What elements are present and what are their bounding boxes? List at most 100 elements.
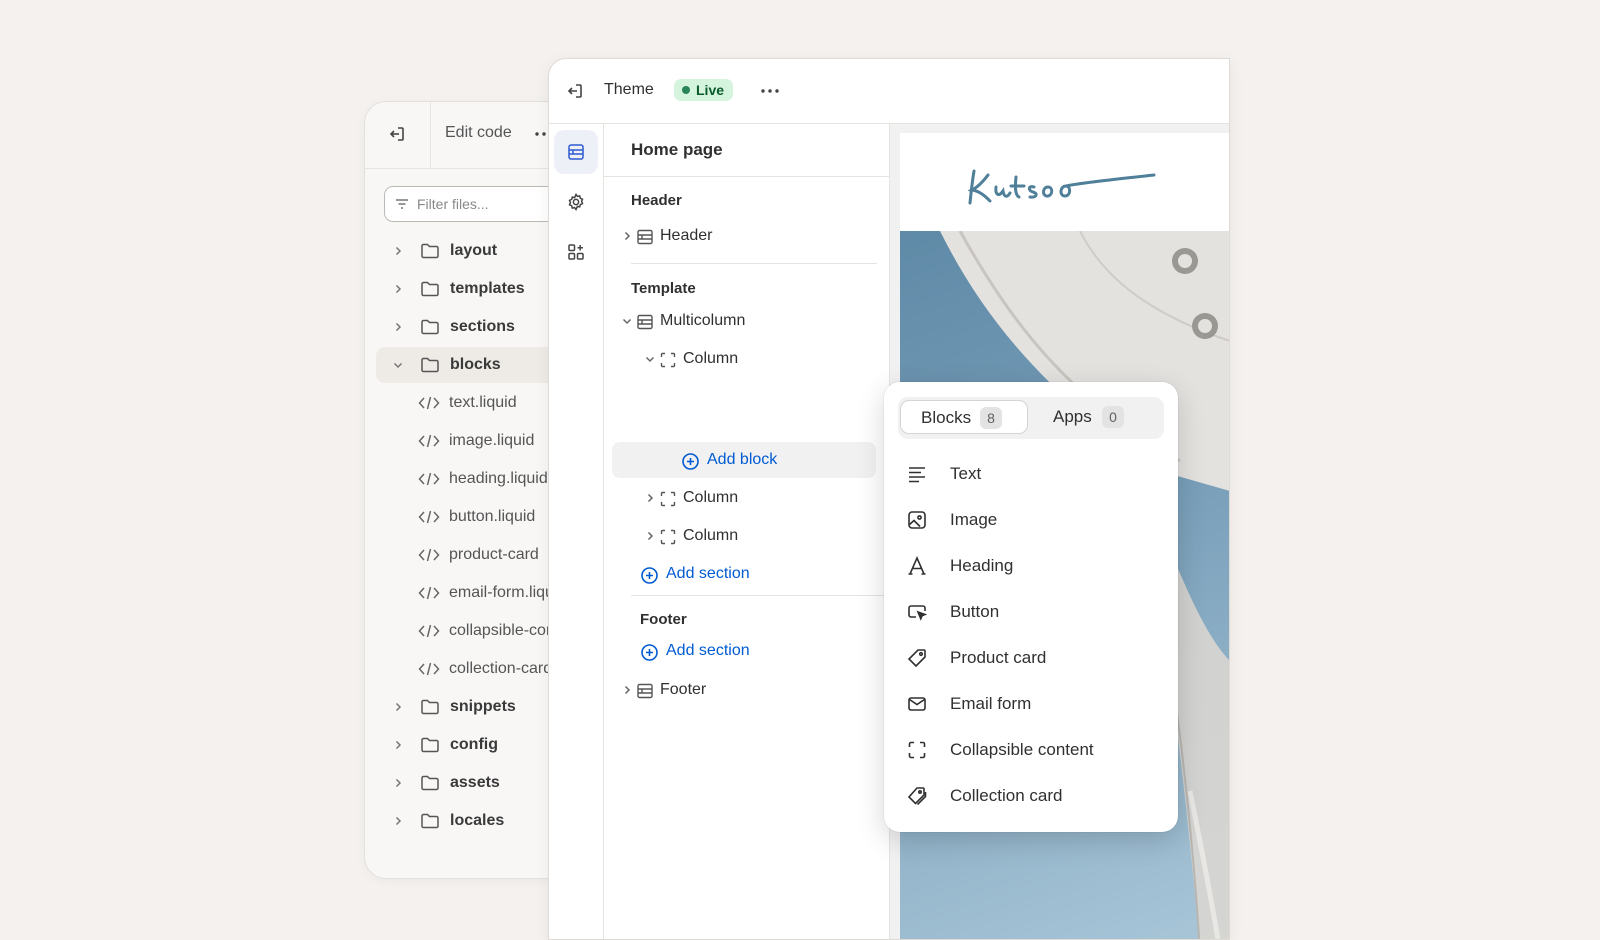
tab-apps[interactable]: Apps 0	[1036, 400, 1162, 434]
folder-icon	[421, 775, 439, 791]
code-file-icon	[418, 586, 440, 600]
button-cursor-icon	[908, 605, 927, 621]
chevron-right-icon[interactable]	[621, 684, 633, 696]
header-group-label: Header	[631, 192, 682, 209]
tag-icon	[907, 649, 926, 668]
popover-tabs: Blocks 8 Apps 0	[898, 397, 1164, 439]
email-icon	[908, 697, 926, 711]
code-file-icon	[418, 548, 440, 562]
chevron-right-icon[interactable]	[644, 492, 656, 504]
add-section-label: Add section	[666, 565, 750, 582]
status-badge-label: Live	[696, 82, 725, 98]
tab-label: Apps	[1053, 407, 1092, 426]
sections-icon	[568, 144, 584, 160]
file-label: image.liquid	[449, 432, 535, 449]
section-label: Multicolumn	[660, 312, 746, 329]
chevron-down-icon[interactable]	[644, 353, 656, 365]
template-group-label: Template	[631, 280, 696, 297]
apps-nav-button[interactable]	[554, 230, 598, 274]
block-option-product-card[interactable]: Product card	[907, 646, 1157, 670]
block-option-email-form[interactable]: Email form	[907, 692, 1157, 716]
folder-label: sections	[450, 318, 515, 335]
plus-circle-icon	[641, 644, 658, 661]
folder-icon	[421, 319, 439, 335]
section-label: Footer	[660, 681, 707, 698]
block-option-label: Heading	[950, 556, 1014, 575]
exit-icon[interactable]	[387, 124, 409, 146]
chevron-right-icon	[395, 284, 402, 294]
section-icon	[637, 683, 653, 699]
block-option-heading[interactable]: Heading	[907, 554, 1157, 578]
block-option-text[interactable]: Text	[907, 462, 1157, 486]
chevron-down-icon[interactable]	[621, 315, 633, 327]
file-label: text.liquid	[449, 394, 517, 411]
block-option-button[interactable]: Button	[907, 600, 1157, 624]
chevron-right-icon	[395, 740, 402, 750]
section-label: Header	[660, 227, 713, 244]
code-file-icon	[418, 472, 440, 486]
exit-icon[interactable]	[565, 81, 585, 101]
preview-header	[900, 133, 1229, 231]
settings-nav-button[interactable]	[554, 180, 598, 224]
heading-icon	[908, 556, 926, 575]
status-dot	[682, 86, 690, 94]
code-file-icon	[418, 396, 440, 410]
panel-divider	[604, 176, 889, 177]
edit-code-title: Edit code	[445, 124, 512, 141]
block-option-label: Email form	[950, 694, 1032, 713]
block-label: Column	[683, 527, 739, 544]
code-file-icon	[418, 434, 440, 448]
block-option-collection-card[interactable]: Collection card	[907, 784, 1157, 808]
block-option-label: Image	[950, 510, 998, 529]
folder-label: blocks	[450, 356, 501, 373]
file-label: collection-card	[449, 660, 553, 677]
filter-placeholder: Filter files...	[417, 196, 489, 212]
tab-blocks[interactable]: Blocks 8	[900, 400, 1028, 434]
folder-label: templates	[450, 280, 525, 297]
block-option-image[interactable]: Image	[907, 508, 1157, 532]
image-icon	[908, 511, 926, 529]
editor-header: Theme Live	[549, 59, 1229, 124]
more-actions-icon[interactable]	[761, 89, 779, 93]
folder-icon	[421, 813, 439, 829]
file-label: product-card	[449, 546, 539, 563]
file-label: button.liquid	[449, 508, 536, 525]
folder-label: layout	[450, 242, 498, 259]
tags-icon	[907, 787, 927, 806]
chevron-right-icon[interactable]	[644, 530, 656, 542]
block-option-label: Product card	[950, 648, 1047, 667]
block-option-label: Collapsible content	[950, 740, 1094, 759]
count-badge: 0	[1102, 406, 1124, 428]
code-file-icon	[418, 662, 440, 676]
code-file-icon	[418, 510, 440, 524]
block-option-label: Button	[950, 602, 1000, 621]
folder-label: config	[450, 736, 498, 753]
folder-label: locales	[450, 812, 505, 829]
chevron-right-icon	[395, 816, 402, 826]
gear-icon	[568, 193, 584, 211]
chevron-right-icon	[395, 322, 402, 332]
chevron-right-icon	[395, 778, 402, 788]
block-icon	[660, 529, 676, 545]
tab-label: Blocks	[921, 408, 972, 427]
chevron-right-icon[interactable]	[621, 230, 633, 242]
folder-icon	[421, 357, 439, 373]
apps-icon	[568, 244, 584, 260]
editor-side-rail	[549, 124, 604, 939]
section-icon	[637, 229, 653, 245]
file-label: heading.liquid	[449, 470, 548, 487]
block-label: Column	[683, 489, 739, 506]
status-badge: Live	[674, 79, 734, 101]
folder-label: snippets	[450, 698, 516, 715]
folder-icon	[421, 737, 439, 753]
filter-icon	[394, 196, 410, 212]
block-option-label: Collection card	[950, 786, 1063, 805]
block-option-collapsible-content[interactable]: Collapsible content	[907, 738, 1157, 762]
collapsible-icon	[908, 741, 926, 759]
block-option-label: Text	[950, 464, 982, 483]
add-section-label: Add section	[666, 642, 750, 659]
sections-nav-button[interactable]	[554, 130, 598, 174]
page-title: Home page	[631, 140, 723, 159]
folder-icon	[421, 243, 439, 259]
add-block-popover: Blocks 8 Apps 0 Text Image Heading Butto…	[884, 382, 1178, 832]
